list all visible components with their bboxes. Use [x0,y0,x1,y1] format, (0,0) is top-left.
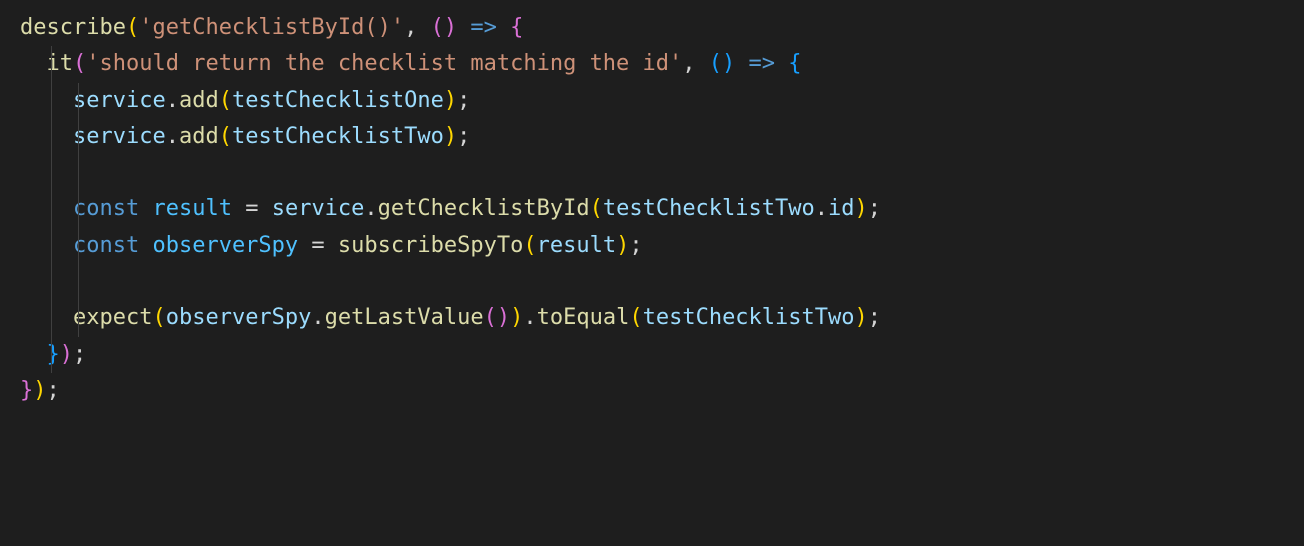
paren-close: ) [510,305,523,330]
paren-open: ( [523,233,536,258]
paren-open: ( [219,88,232,113]
space [735,51,748,76]
paren-close: ) [722,51,735,76]
code-line-blank [20,155,1304,191]
ident-arg: testChecklistOne [232,88,444,113]
arrow: => [470,15,497,40]
code-line: describe('getChecklistById()', () => { [20,10,1304,46]
ident-arg: testChecklistTwo [643,305,855,330]
code-line-blank [20,264,1304,300]
code-line: service.add(testChecklistOne); [20,83,1304,119]
ident-result: result [152,196,231,221]
method-getLastValue: getLastValue [325,305,484,330]
fn-subscribeSpyTo: subscribeSpyTo [338,233,523,258]
equals: = [232,196,272,221]
comma: , [404,15,431,40]
space [775,51,788,76]
method-add: add [179,88,219,113]
semicolon: ; [457,124,470,149]
method-add: add [179,124,219,149]
dot: . [311,305,324,330]
paren-close: ) [855,305,868,330]
code-line: expect(observerSpy.getLastValue()).toEqu… [20,300,1304,336]
paren-open: ( [152,305,165,330]
fn-describe: describe [20,15,126,40]
prop-id: id [828,196,855,221]
code-line: }); [20,373,1304,409]
code-editor[interactable]: describe('getChecklistById()', () => { i… [0,0,1304,419]
paren-open: ( [709,51,722,76]
brace-close: } [47,342,60,367]
code-line: const observerSpy = subscribeSpyTo(resul… [20,228,1304,264]
kw-const: const [73,233,139,258]
brace-open: { [510,15,523,40]
paren-open: ( [73,51,86,76]
dot: . [166,88,179,113]
code-line: const result = service.getChecklistById(… [20,191,1304,227]
semicolon: ; [629,233,642,258]
brace-close: } [20,378,33,403]
semicolon: ; [868,196,881,221]
dot: . [815,196,828,221]
dot: . [166,124,179,149]
paren-close: ) [444,124,457,149]
fn-expect: expect [73,305,152,330]
ident-observerSpy: observerSpy [166,305,312,330]
equals: = [298,233,338,258]
paren-close: ) [444,15,457,40]
kw-const: const [73,196,139,221]
code-line: it('should return the checklist matching… [20,46,1304,82]
semicolon: ; [457,88,470,113]
dot: . [523,305,536,330]
paren-close: ) [444,88,457,113]
ident-service: service [73,124,166,149]
space [497,15,510,40]
method-getChecklistById: getChecklistById [378,196,590,221]
arrow: => [749,51,776,76]
comma: , [682,51,709,76]
paren-open: ( [126,15,139,40]
code-line: }); [20,337,1304,373]
ident-arg: testChecklistTwo [603,196,815,221]
paren-open: ( [590,196,603,221]
ident-arg: testChecklistTwo [232,124,444,149]
string-literal: 'should return the checklist matching th… [86,51,682,76]
paren-open: ( [431,15,444,40]
paren-open: ( [629,305,642,330]
paren-close: ) [855,196,868,221]
brace-open: { [788,51,801,76]
ident-service: service [272,196,365,221]
paren-open: ( [219,124,232,149]
dot: . [364,196,377,221]
semicolon: ; [47,378,60,403]
paren-close: ) [616,233,629,258]
code-line: service.add(testChecklistTwo); [20,119,1304,155]
paren-close: ) [33,378,46,403]
space [457,15,470,40]
string-literal: 'getChecklistById()' [139,15,404,40]
paren-close: ) [60,342,73,367]
semicolon: ; [73,342,86,367]
paren-close: ) [497,305,510,330]
paren-open: ( [484,305,497,330]
ident-service: service [73,88,166,113]
method-toEqual: toEqual [537,305,630,330]
semicolon: ; [868,305,881,330]
ident-observerSpy: observerSpy [152,233,298,258]
ident-arg: result [537,233,616,258]
